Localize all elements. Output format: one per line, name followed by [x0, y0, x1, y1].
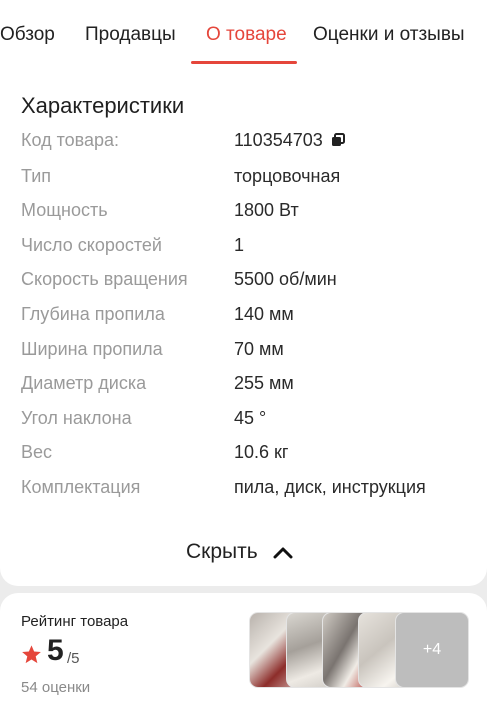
tab-bar: Обзор Продавцы О товаре Оценки и отзывы — [0, 0, 487, 64]
rating-value: 5 — [47, 634, 64, 667]
spec-label: Глубина пропила — [21, 304, 165, 324]
chevron-up-icon — [273, 547, 293, 559]
spec-row: Скорость вращения 5500 об/мин — [0, 269, 487, 303]
collapse-label: Скрыть — [186, 540, 258, 563]
spec-value: 110354703 — [234, 130, 345, 151]
spec-value: 140 мм — [234, 304, 294, 324]
spec-value: 45 ° — [234, 408, 267, 428]
spec-row: Вес 10.6 кг — [0, 442, 487, 476]
more-photos-button[interactable]: +4 — [395, 612, 469, 688]
tab-reviews[interactable]: Оценки и отзывы — [313, 24, 465, 46]
section-title: Характеристики — [21, 93, 185, 118]
spec-row: Ширина пропила 70 мм — [0, 339, 487, 373]
spec-value: 5500 об/мин — [234, 269, 337, 289]
spec-label: Число скоростей — [21, 235, 162, 255]
spec-row: Число скоростей 1 — [0, 235, 487, 269]
star-icon — [22, 645, 41, 664]
spec-label: Вес — [21, 442, 53, 462]
spec-value: пила, диск, инструкция — [234, 477, 426, 497]
spec-label: Скорость вращения — [21, 269, 188, 289]
copy-icon[interactable] — [331, 133, 345, 147]
collapse-specs-button[interactable]: Скрыть — [186, 540, 294, 564]
rating-max: /5 — [67, 650, 80, 667]
spec-row: Комплектация пила, диск, инструкция — [0, 477, 487, 511]
spec-value: торцовочная — [234, 166, 341, 186]
spec-label: Комплектация — [21, 477, 141, 497]
spec-row: Угол наклона 45 ° — [0, 408, 487, 442]
spec-row: Диаметр диска 255 мм — [0, 373, 487, 407]
spec-value: 10.6 кг — [234, 442, 289, 462]
rating-title: Рейтинг товара — [21, 613, 129, 630]
tab-overview[interactable]: Обзор — [0, 24, 55, 46]
tab-about-product[interactable]: О товаре — [206, 24, 287, 46]
spec-label: Ширина пропила — [21, 339, 163, 359]
spec-label: Угол наклона — [21, 408, 132, 428]
spec-label: Тип — [21, 166, 52, 186]
spec-row: Тип торцовочная — [0, 166, 487, 200]
spec-row: Мощность 1800 Вт — [0, 200, 487, 234]
spec-label: Мощность — [21, 200, 108, 220]
spec-value: 70 мм — [234, 339, 284, 359]
active-tab-indicator — [191, 61, 297, 64]
spec-value: 1 — [234, 235, 245, 255]
spec-label: Код товара: — [21, 130, 120, 150]
spec-row: Глубина пропила 140 мм — [0, 304, 487, 338]
spec-value: 1800 Вт — [234, 200, 299, 220]
spec-row-code: Код товара: 110354703 — [0, 130, 487, 164]
spec-label: Диаметр диска — [21, 373, 147, 393]
product-code: 110354703 — [234, 130, 323, 150]
tab-sellers[interactable]: Продавцы — [85, 24, 176, 46]
spec-value: 255 мм — [234, 373, 294, 393]
product-info-card: Обзор Продавцы О товаре Оценки и отзывы … — [0, 0, 487, 586]
rating-count: 54 оценки — [21, 679, 91, 696]
